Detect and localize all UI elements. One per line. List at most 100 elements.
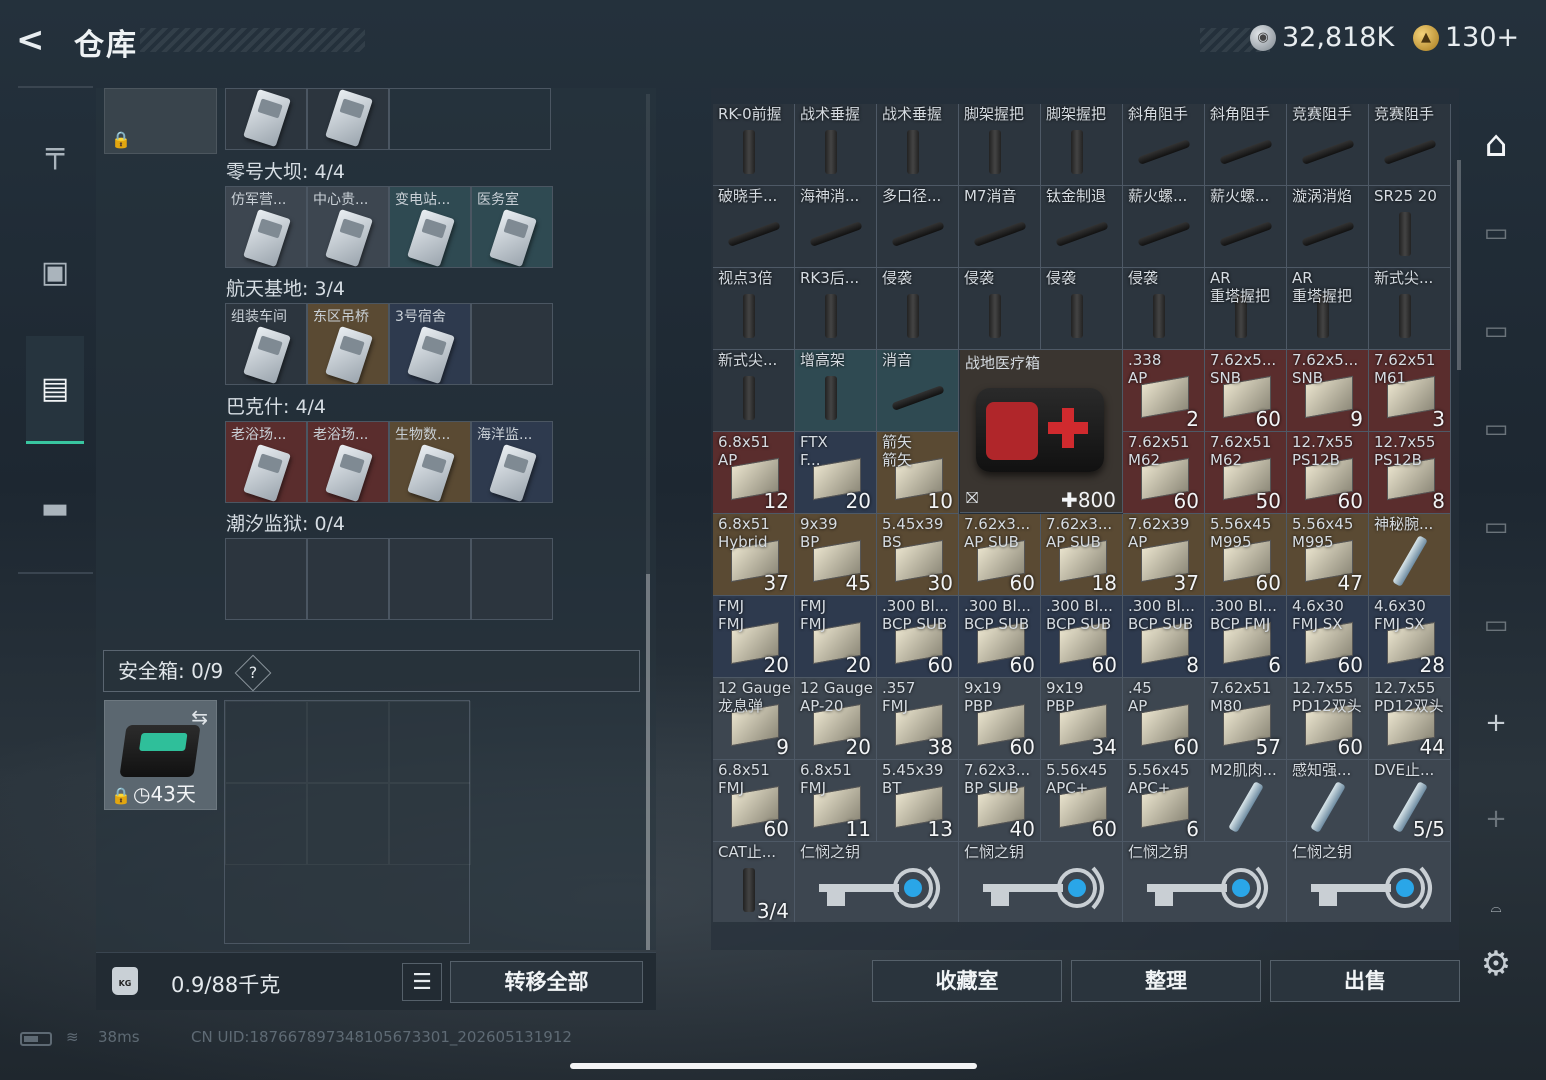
tab-stash-6[interactable]: ▭ [1462,316,1530,346]
keycard-slot[interactable]: 变电站... [389,186,471,268]
stash-item[interactable]: 斜角阻手 [1205,104,1287,186]
stash-item[interactable]: DVE止... 5/5 [1369,760,1451,842]
stash-item[interactable]: 9x19 PBP 34 [1041,678,1123,760]
back-arrow-icon[interactable]: < [16,20,56,60]
left-scroll-thumb[interactable] [646,574,650,950]
keycard-slot[interactable]: 组装车间 [225,303,307,385]
stash-item[interactable]: 7.62x5... SNB 9 [1287,350,1369,432]
stash-item[interactable]: .300 Bl... BCP SUB 60 [877,596,959,678]
keycard-slot[interactable]: 仿军营... [225,186,307,268]
stash-item[interactable]: 侵袭 [1041,268,1123,350]
keycard-slot[interactable]: 海洋监... [471,421,553,503]
keycard-slot[interactable] [307,538,389,620]
stash-item[interactable]: 5.45x39 BS 30 [877,514,959,596]
stash-item[interactable]: 增高架 [795,350,877,432]
keycard-slot[interactable]: 3号宿舍 [389,303,471,385]
keycard-slot[interactable] [225,538,307,620]
keycard-slot[interactable]: 生物数... [389,421,471,503]
stash-item[interactable]: 7.62x51 M62 60 [1123,432,1205,514]
stash-item[interactable]: 4.6x30 FMJ SX 60 [1287,596,1369,678]
stash-item[interactable]: 12.7x55 PD12双头 60 [1287,678,1369,760]
stash-item[interactable]: 脚架握把 [959,104,1041,186]
stash-item[interactable]: 5.56x45 M995 47 [1287,514,1369,596]
stash-item[interactable]: .300 Bl... BCP SUB 60 [1041,596,1123,678]
stash-item[interactable]: RK-0前握 [713,104,795,186]
stash-item[interactable]: .45 AP 60 [1123,678,1205,760]
stash-item[interactable]: RK3后... [795,268,877,350]
stash-scrollbar[interactable] [1457,160,1461,370]
stash-item[interactable]: FMJ FMJ 20 [713,596,795,678]
tab-stash-4[interactable]: ▭ [1462,414,1530,444]
stash-item[interactable]: 钛金制退 [1041,186,1123,268]
stash-item[interactable]: 仁悯之钥 [1287,842,1451,922]
list-view-button[interactable]: ☰ [402,963,442,1001]
keycard-slot[interactable] [471,538,553,620]
collection-room-button[interactable]: 收藏室 [872,960,1062,1002]
silver-currency[interactable]: ◉ 32,818K [1250,22,1394,53]
top-key-item[interactable]: 🔒 [104,88,217,154]
stash-item[interactable]: AR 重塔握把 [1205,268,1287,350]
stash-item[interactable]: 薪火螺... [1205,186,1287,268]
stash-item[interactable]: SR25 20 [1369,186,1451,268]
keycard-slot[interactable] [471,303,553,385]
keycard-slot[interactable] [307,88,389,150]
stash-item[interactable]: 仁悯之钥 [795,842,959,922]
keycard-slot[interactable]: 中心贵... [307,186,389,268]
keycard-slot[interactable] [225,88,307,150]
stash-item[interactable]: 9x39 BP 45 [795,514,877,596]
stash-item[interactable]: FMJ FMJ 20 [795,596,877,678]
tab-stash-add[interactable]: ▭ [1462,610,1530,640]
swap-icon[interactable]: ⇆ [191,705,208,729]
stash-item[interactable]: 仁悯之钥 [1123,842,1287,922]
stash-item[interactable]: .338 AP 2 [1123,350,1205,432]
keycard-slot-empty[interactable] [389,88,551,150]
stash-item[interactable]: .300 Bl... BCP SUB 60 [959,596,1041,678]
transfer-all-button[interactable]: 转移全部 [450,961,643,1003]
stash-item[interactable]: 7.62x3... AP SUB 18 [1041,514,1123,596]
settings-gear-icon[interactable]: ⚙ [1462,944,1530,984]
stash-item[interactable]: 5.56x45 M995 60 [1205,514,1287,596]
stash-item[interactable]: 破晓手... [713,186,795,268]
stash-item[interactable]: 12.7x55 PS12B 60 [1287,432,1369,514]
stash-item[interactable]: 海神消... [795,186,877,268]
sort-button[interactable]: 整理 [1071,960,1261,1002]
tab-stash-4b[interactable]: ▭ [1462,512,1530,542]
stash-item[interactable]: 6.8x51 FMJ 60 [713,760,795,842]
left-scrollbar[interactable] [646,94,650,950]
stash-item[interactable]: 薪火螺... [1123,186,1205,268]
stash-item[interactable]: 7.62x5... SNB 60 [1205,350,1287,432]
stash-item[interactable]: M7消音 [959,186,1041,268]
stash-item[interactable]: 12.7x55 PD12双头 44 [1369,678,1451,760]
stash-item[interactable]: 5.56x45 APC+ 60 [1041,760,1123,842]
stash-item[interactable]: 4.6x30 FMJ SX 28 [1369,596,1451,678]
stash-item[interactable]: 7.62x39 AP 37 [1123,514,1205,596]
stash-item[interactable]: 7.62x51 M61 3 [1369,350,1451,432]
stash-item[interactable]: 12 Gauge 龙息弹 9 [713,678,795,760]
stash-item[interactable]: 7.62x3... BP SUB 40 [959,760,1041,842]
stash-item[interactable]: .357 FMJ 38 [877,678,959,760]
keycard-slot[interactable]: 老浴场... [307,421,389,503]
stash-item[interactable]: 战术垂握 [877,104,959,186]
nav-vest[interactable]: ▤ [26,336,84,444]
sell-button[interactable]: 出售 [1270,960,1460,1002]
stash-item[interactable]: 5.56x45 APC+ 6 [1123,760,1205,842]
stash-item[interactable]: 侵袭 [877,268,959,350]
stash-item[interactable]: 神秘腕... [1369,514,1451,596]
stash-item[interactable]: 6.8x51 Hybrid 37 [713,514,795,596]
add-stash-button[interactable]: + [1462,708,1530,738]
keycard-slot[interactable]: 东区吊桥 [307,303,389,385]
nav-toolbox[interactable]: ▬ [26,454,84,562]
stash-item[interactable]: 战术垂握 [795,104,877,186]
keycard-slot[interactable]: 老浴场... [225,421,307,503]
stash-item[interactable]: .300 Bl... BCP SUB 8 [1123,596,1205,678]
nav-backpack[interactable]: ▣ [26,218,84,326]
stash-item[interactable]: FTX F... 20 [795,432,877,514]
stash-item[interactable]: 12.7x55 PS12B 8 [1369,432,1451,514]
stash-item[interactable]: 脚架握把 [1041,104,1123,186]
stash-item[interactable]: 7.62x51 M80 57 [1205,678,1287,760]
tab-main-stash[interactable]: ⌂ [1462,124,1530,165]
stash-item[interactable]: 7.62x3... AP SUB 60 [959,514,1041,596]
help-icon[interactable]: ? [234,654,272,691]
stash-item[interactable]: 5.45x39 BT 13 [877,760,959,842]
stash-item[interactable]: 12 Gauge AP-20 20 [795,678,877,760]
